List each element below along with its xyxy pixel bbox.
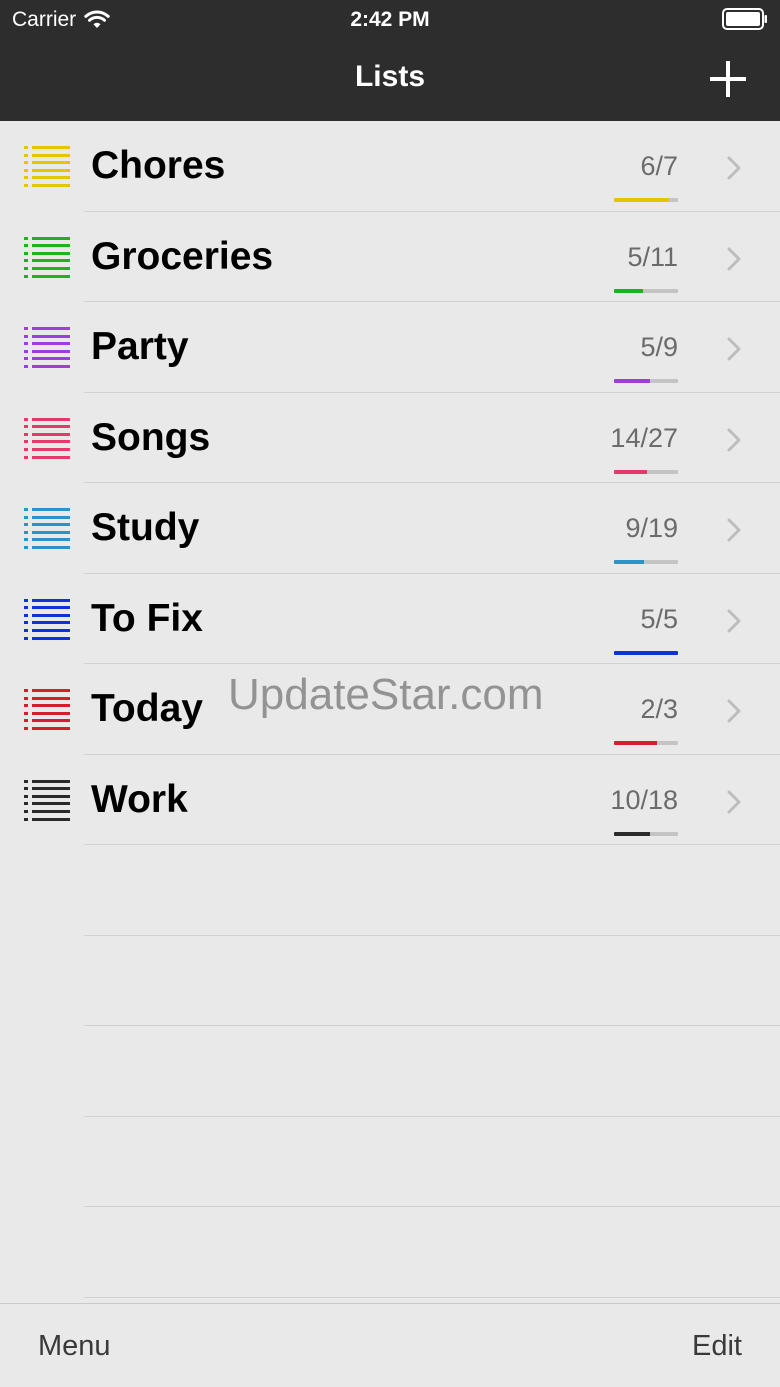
list-lines-icon xyxy=(24,507,70,549)
empty-row xyxy=(0,1117,780,1208)
progress-fill xyxy=(614,379,650,383)
list-lines-icon xyxy=(24,598,70,640)
list-row[interactable]: Songs 14/27 xyxy=(0,393,780,484)
list-lines-icon xyxy=(24,688,70,730)
empty-row xyxy=(0,845,780,936)
list-lines-icon xyxy=(24,417,70,459)
list-count: 10/18 xyxy=(610,784,678,815)
chevron-right-icon xyxy=(727,790,741,813)
progress-bar xyxy=(614,741,678,745)
list-row[interactable]: Study 9/19 xyxy=(0,483,780,574)
lists-screen: Carrier 2:42 PM Lists Chores 6/7 Groceries… xyxy=(0,0,780,1387)
chevron-right-icon xyxy=(727,428,741,451)
chevron-right-icon xyxy=(727,337,741,361)
progress-fill xyxy=(614,469,648,474)
top-bar: Carrier 2:42 PM Lists xyxy=(0,0,780,121)
chevron-right-icon xyxy=(727,247,741,270)
progress-bar xyxy=(614,560,678,564)
list-row[interactable]: Groceries 5/11 xyxy=(0,212,780,303)
progress-fill xyxy=(614,650,678,655)
list-lines-icon xyxy=(24,145,70,187)
progress-fill xyxy=(614,198,669,202)
list-row[interactable]: Work 10/18 xyxy=(0,755,780,846)
edit-button[interactable]: Edit xyxy=(692,1330,742,1363)
progress-bar xyxy=(614,288,678,293)
list-count: 6/7 xyxy=(640,151,678,181)
list-row[interactable]: To Fix 5/5 xyxy=(0,574,780,665)
list-count: 14/27 xyxy=(610,422,678,453)
list-row[interactable]: Party 5/9 xyxy=(0,302,780,393)
list-lines-icon xyxy=(24,779,70,821)
list-count: 5/9 xyxy=(640,332,678,362)
list-count: 9/19 xyxy=(625,513,678,543)
empty-row xyxy=(0,1026,780,1117)
page-title: Lists xyxy=(354,60,426,93)
chevron-right-icon xyxy=(727,699,741,723)
list-lines-icon xyxy=(24,326,70,368)
list-lines-icon xyxy=(24,236,70,278)
menu-button[interactable]: Menu xyxy=(38,1330,111,1363)
progress-fill xyxy=(614,288,644,293)
empty-row xyxy=(0,936,780,1027)
progress-fill xyxy=(614,741,657,745)
status-bar: Carrier 2:42 PM xyxy=(0,0,780,40)
empty-row xyxy=(0,1207,780,1298)
battery-icon xyxy=(722,8,767,30)
list-title: Study xyxy=(91,506,200,549)
bottom-toolbar: Menu Edit xyxy=(0,1303,780,1387)
progress-bar xyxy=(614,198,678,202)
progress-bar xyxy=(614,650,678,655)
chevron-right-icon xyxy=(727,609,741,632)
list-title: Today xyxy=(91,687,203,730)
list-title: Songs xyxy=(91,415,211,459)
list-count: 2/3 xyxy=(640,694,678,724)
watermark: UpdateStar.com xyxy=(228,670,544,719)
list-title: Chores xyxy=(91,144,226,187)
progress-fill xyxy=(614,560,645,564)
list-title: Work xyxy=(91,777,188,821)
progress-fill xyxy=(614,831,650,836)
chevron-right-icon xyxy=(727,156,741,180)
add-list-button[interactable] xyxy=(710,61,746,97)
chevron-right-icon xyxy=(727,518,741,542)
progress-bar xyxy=(614,469,678,474)
list-row[interactable]: Chores 6/7 xyxy=(0,121,780,212)
list-title: Groceries xyxy=(91,234,274,278)
list-count: 5/5 xyxy=(640,603,678,634)
progress-bar xyxy=(614,831,678,836)
list-count: 5/11 xyxy=(627,241,678,272)
status-time: 2:42 PM xyxy=(350,8,430,31)
list-title: Party xyxy=(91,325,189,368)
list-title: To Fix xyxy=(91,596,203,640)
progress-bar xyxy=(614,379,678,383)
